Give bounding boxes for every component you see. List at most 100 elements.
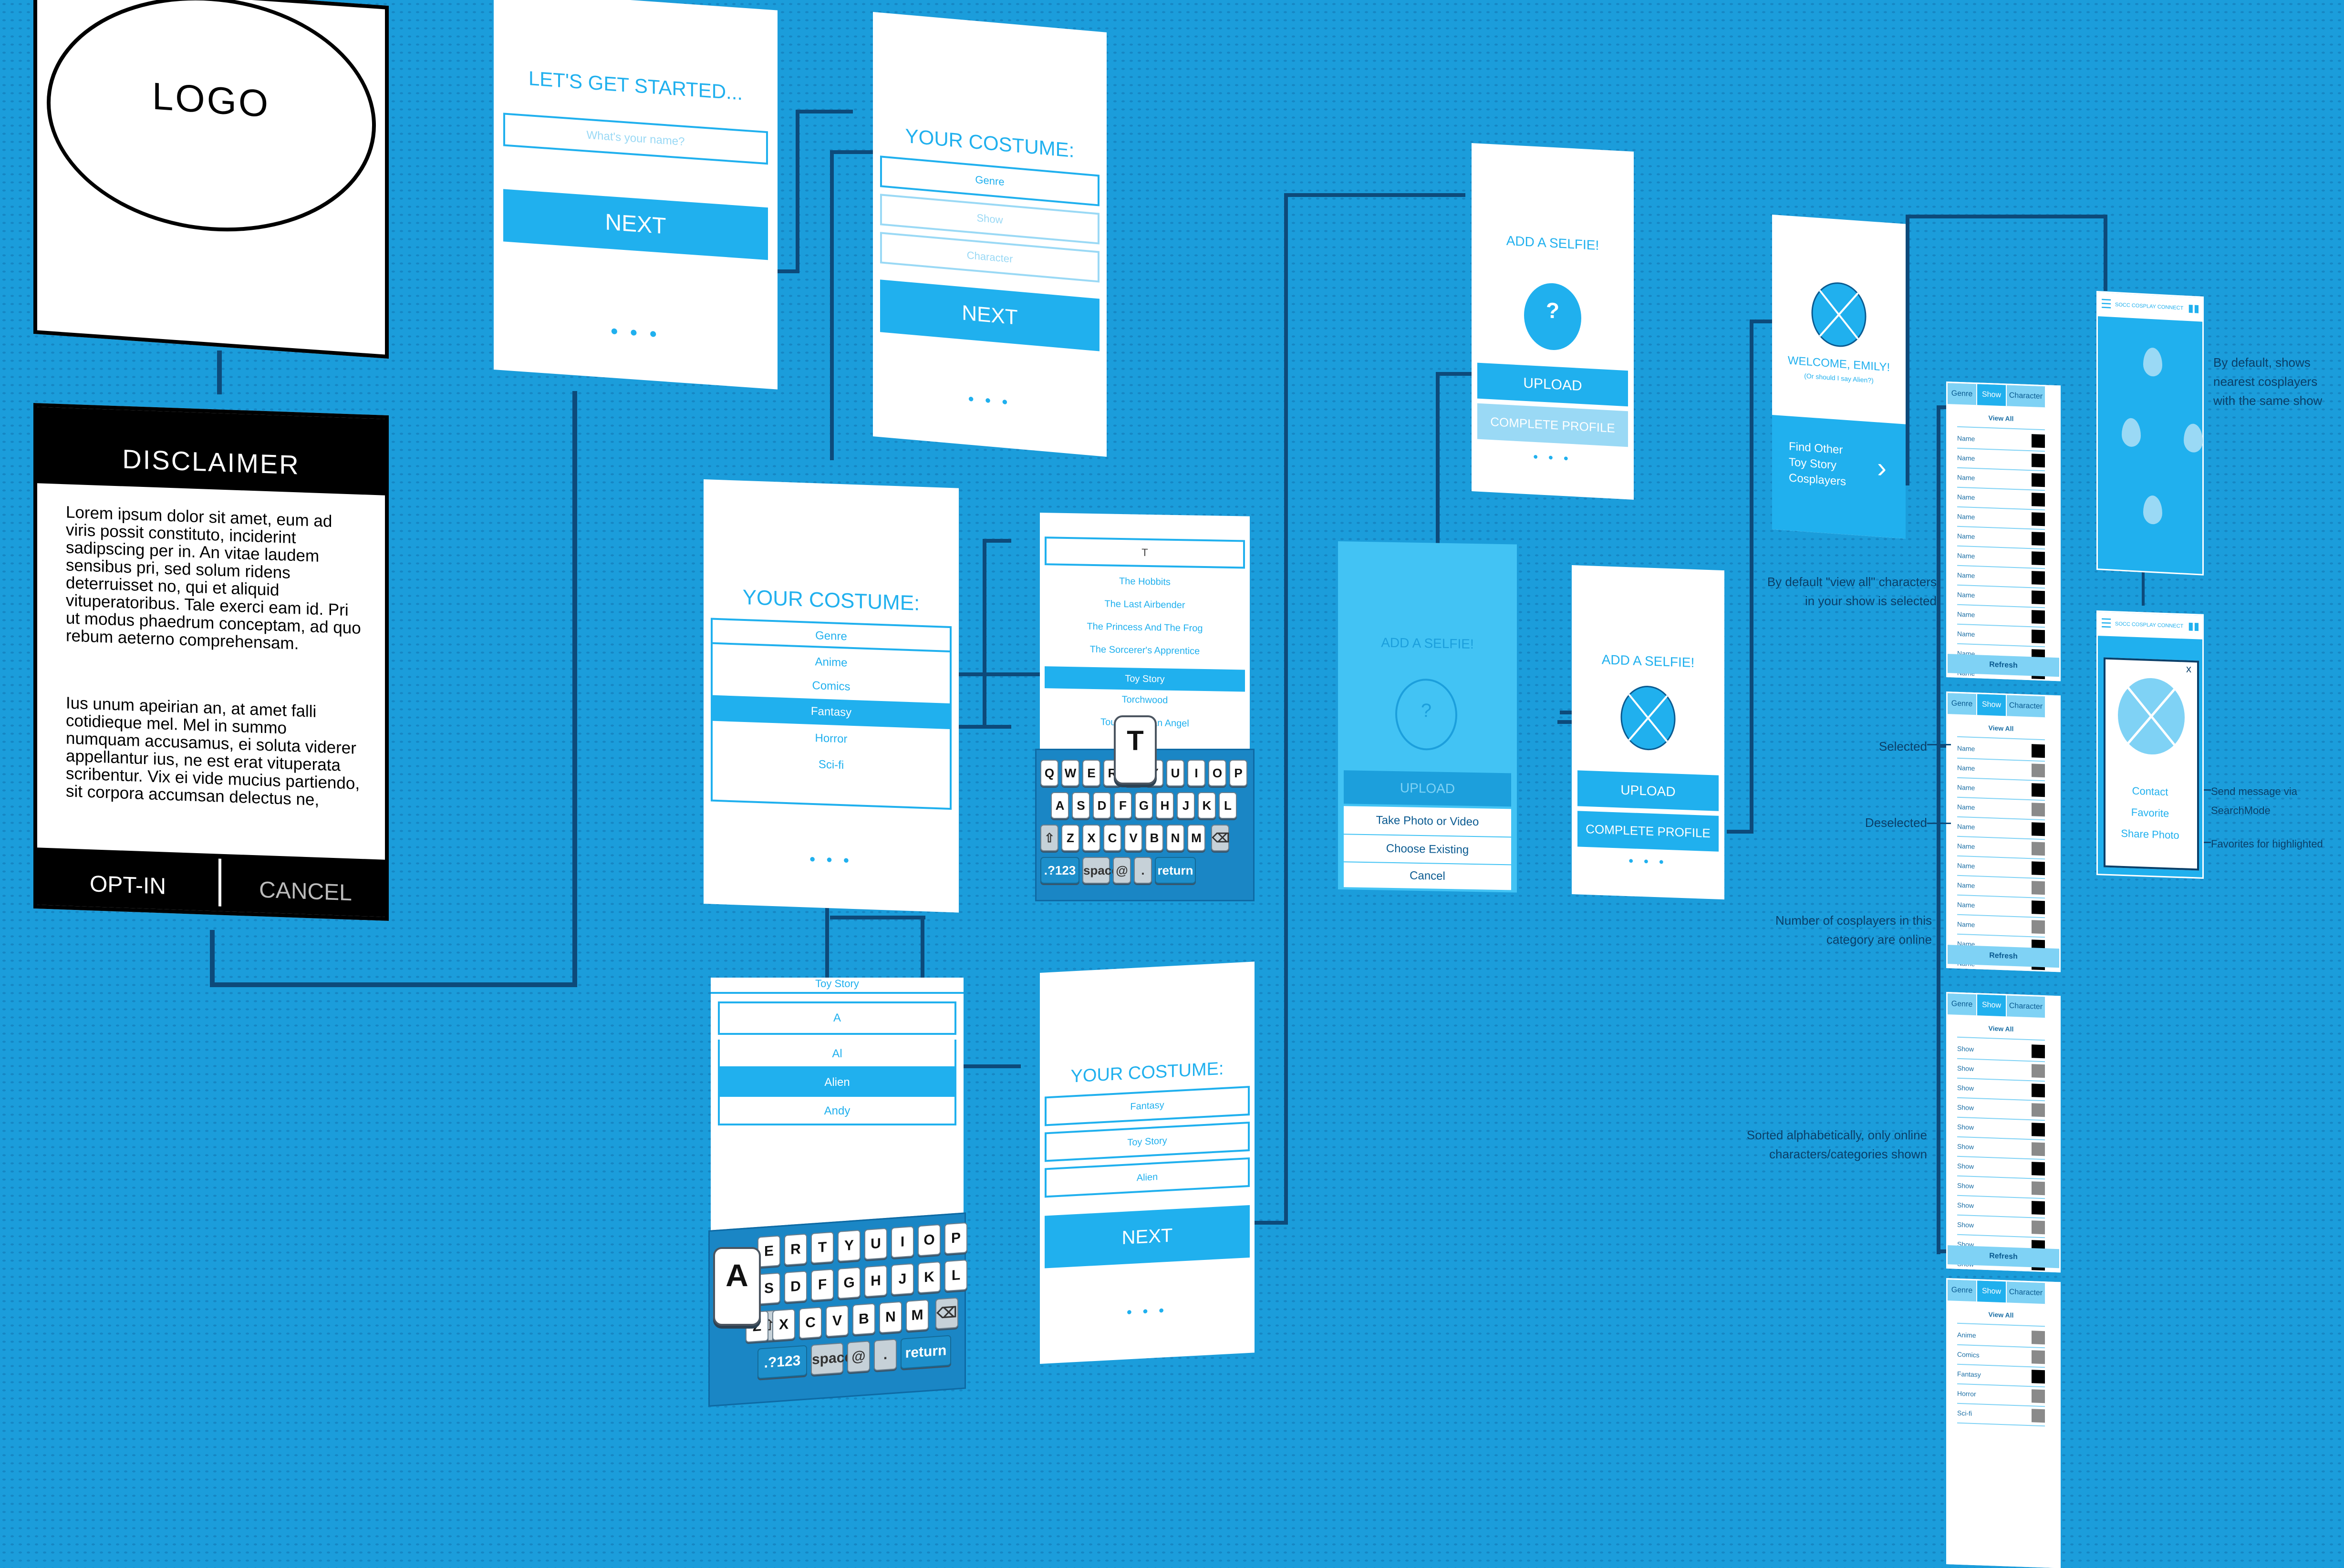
numbers-key[interactable]: .?123 — [757, 1345, 807, 1379]
backspace-key[interactable]: ⌫ — [1211, 825, 1230, 851]
show-option[interactable]: The Sorcerer's Apprentice — [1040, 643, 1250, 658]
tab-show[interactable]: Show — [1977, 1280, 2007, 1303]
show-option-selected[interactable]: Toy Story — [1045, 666, 1245, 692]
key-h[interactable]: H — [864, 1265, 887, 1298]
tab-character[interactable]: Character — [2007, 1281, 2046, 1304]
shift-key[interactable]: ⇧ — [1040, 825, 1058, 851]
map-pin-icon[interactable] — [2143, 347, 2162, 377]
key-e[interactable]: E — [757, 1235, 780, 1268]
tab-show[interactable]: Show — [1977, 384, 2007, 406]
character-option[interactable]: Al — [718, 1040, 956, 1068]
menu-icon[interactable]: ☰ — [2101, 616, 2112, 631]
key-q[interactable]: Q — [1040, 760, 1058, 786]
key-f[interactable]: F — [811, 1269, 834, 1301]
upload-button[interactable]: UPLOAD — [1577, 770, 1719, 811]
key-c[interactable]: C — [799, 1307, 822, 1339]
selection-indicator[interactable] — [2032, 744, 2045, 758]
take-photo-option[interactable]: Take Photo or Video — [1344, 806, 1511, 837]
key-r[interactable]: R — [784, 1233, 807, 1266]
key-c[interactable]: C — [1103, 825, 1121, 851]
key-l[interactable]: L — [1219, 792, 1237, 819]
close-icon[interactable]: x — [2186, 663, 2191, 675]
key-y[interactable]: Y — [838, 1229, 861, 1262]
map-pin-icon[interactable] — [2122, 417, 2141, 447]
upload-button[interactable]: UPLOAD — [1477, 362, 1628, 407]
selection-indicator[interactable] — [2032, 571, 2045, 585]
key-j[interactable]: J — [891, 1263, 914, 1296]
key-b[interactable]: B — [852, 1303, 875, 1335]
show-option[interactable]: The Hobbits — [1040, 575, 1250, 589]
key-i[interactable]: I — [1187, 760, 1205, 786]
tab-show[interactable]: Show — [1977, 694, 2007, 716]
selection-indicator[interactable] — [2032, 473, 2045, 487]
show-option[interactable]: The Last Airbender — [1040, 598, 1250, 612]
map-pin-icon[interactable] — [2143, 495, 2162, 525]
at-key[interactable]: @ — [847, 1341, 870, 1373]
key-a[interactable]: A — [1051, 792, 1069, 819]
selection-indicator[interactable] — [2032, 1350, 2045, 1364]
complete-profile-button[interactable]: COMPLETE PROFILE — [1577, 811, 1719, 852]
selection-indicator[interactable] — [2032, 1142, 2045, 1156]
dot-key[interactable]: . — [1134, 857, 1152, 884]
view-all-row[interactable]: View All — [1957, 407, 2045, 431]
selection-indicator[interactable] — [2032, 1331, 2045, 1345]
selection-indicator[interactable] — [2032, 1389, 2045, 1403]
key-o[interactable]: O — [1208, 760, 1226, 786]
selection-indicator[interactable] — [2032, 822, 2045, 836]
key-h[interactable]: H — [1156, 792, 1174, 819]
tab-genre[interactable]: Genre — [1948, 693, 1977, 715]
view-all-row[interactable]: View All — [1957, 1017, 2045, 1041]
stats-icon[interactable]: ▮▮ — [2188, 620, 2199, 633]
selection-indicator[interactable] — [2032, 512, 2045, 526]
selection-indicator[interactable] — [2032, 1201, 2045, 1215]
tab-genre[interactable]: Genre — [1948, 1279, 1977, 1302]
key-t[interactable]: T — [811, 1231, 834, 1264]
selection-indicator[interactable] — [2032, 610, 2045, 624]
key-l[interactable]: L — [944, 1259, 967, 1292]
selection-indicator[interactable] — [2032, 1370, 2045, 1384]
numbers-key[interactable]: .?123 — [1040, 857, 1079, 884]
key-k[interactable]: K — [918, 1261, 941, 1294]
key-m[interactable]: M — [906, 1299, 929, 1332]
selection-indicator[interactable] — [2032, 1123, 2045, 1137]
list-item[interactable]: Sci-fi — [1957, 1403, 2045, 1427]
tab-character[interactable]: Character — [2007, 385, 2046, 408]
selection-indicator[interactable] — [2032, 763, 2045, 778]
key-p[interactable]: P — [944, 1222, 967, 1255]
show-field[interactable]: Toy Story — [1045, 1121, 1250, 1162]
view-all-row[interactable]: View All — [1957, 1303, 2045, 1327]
key-k[interactable]: K — [1198, 792, 1216, 819]
chevron-right-icon[interactable]: › — [1877, 451, 1887, 484]
next-button[interactable]: NEXT — [1045, 1205, 1250, 1269]
show-option[interactable]: The Princess And The Frog — [1040, 620, 1250, 635]
selection-indicator[interactable] — [2032, 1083, 2045, 1098]
key-j[interactable]: J — [1177, 792, 1195, 819]
at-key[interactable]: @ — [1113, 857, 1131, 884]
key-u[interactable]: U — [864, 1228, 887, 1260]
key-d[interactable]: D — [1093, 792, 1111, 819]
selection-indicator[interactable] — [2032, 590, 2045, 605]
key-g[interactable]: G — [1135, 792, 1153, 819]
refresh-button[interactable]: Refresh — [1948, 945, 2059, 968]
dot-key[interactable]: . — [874, 1339, 897, 1371]
menu-icon[interactable]: ☰ — [2101, 296, 2112, 311]
selection-indicator[interactable] — [2032, 629, 2045, 644]
map-pin-icon[interactable] — [2184, 423, 2203, 453]
selection-indicator[interactable] — [2032, 861, 2045, 876]
genre-field[interactable]: Fantasy — [1045, 1085, 1250, 1126]
key-m[interactable]: M — [1187, 825, 1205, 851]
key-s[interactable]: S — [757, 1272, 780, 1305]
selection-indicator[interactable] — [2032, 803, 2045, 817]
tab-character[interactable]: Character — [2007, 695, 2046, 718]
key-x[interactable]: X — [772, 1309, 795, 1341]
tab-genre[interactable]: Genre — [1948, 993, 1977, 1016]
key-u[interactable]: U — [1166, 760, 1184, 786]
key-z[interactable]: Z — [1061, 825, 1079, 851]
key-p[interactable]: P — [1229, 760, 1247, 786]
refresh-button[interactable]: Refresh — [1948, 1245, 2059, 1269]
return-key[interactable]: return — [1155, 857, 1196, 884]
show-search-input[interactable]: T — [1045, 536, 1245, 569]
selection-indicator[interactable] — [2032, 1044, 2045, 1059]
next-button[interactable]: NEXT — [503, 189, 768, 260]
selection-indicator[interactable] — [2032, 1103, 2045, 1117]
